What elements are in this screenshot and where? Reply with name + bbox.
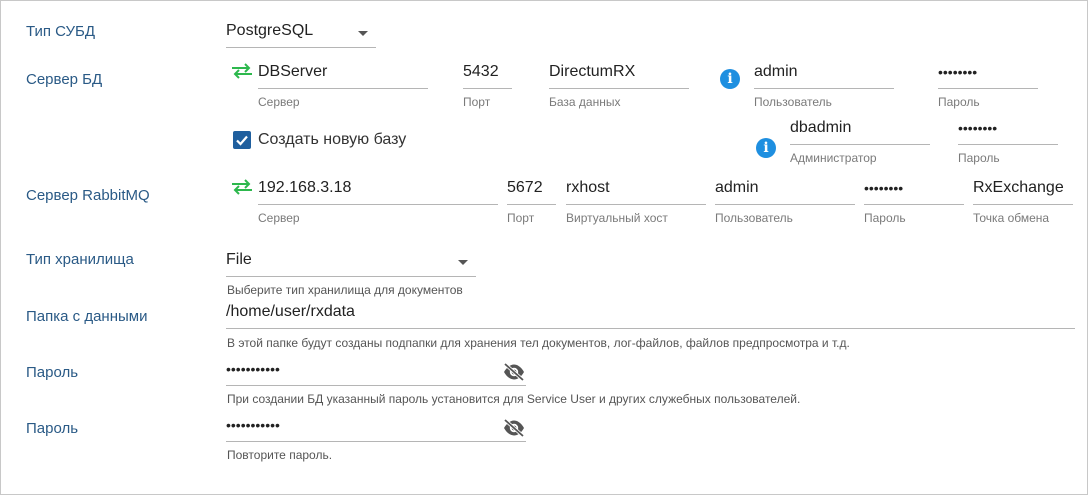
rabbit-user-input[interactable]: admin [715,175,855,205]
db-name-value: DirectumRX [549,63,636,80]
eye-off-icon[interactable] [502,418,526,438]
rabbit-vhost-input[interactable]: rxhost [566,175,706,205]
rabbit-user-value: admin [715,179,759,196]
db-admin-input[interactable]: dbadmin [790,115,930,145]
chevron-down-icon [458,260,468,265]
rabbit-exchange-caption: Точка обмена [973,211,1050,225]
dbms-type-select[interactable]: PostgreSQL [226,18,376,48]
create-db-checkbox[interactable] [233,131,251,149]
password-confirm-hint: Повторите пароль. [227,448,333,462]
storage-type-label: Тип хранилища [26,251,134,268]
rabbit-user-caption: Пользователь [715,211,793,225]
rabbit-password-input[interactable]: •••••••• [864,175,964,205]
db-user-caption: Пользователь [754,95,832,109]
chevron-down-icon [358,31,368,36]
eye-off-icon[interactable] [502,362,526,382]
password-input[interactable]: ••••••••••• [226,356,526,386]
rabbit-exchange-input[interactable]: RxExchange [973,175,1073,205]
swap-arrows-icon[interactable] [231,63,253,79]
db-port-value: 5432 [463,63,499,80]
db-password-caption: Пароль [938,95,980,109]
db-port-caption: Порт [463,95,491,109]
rabbit-server-input[interactable]: 192.168.3.18 [258,175,498,205]
rabbit-password-value: •••••••• [864,180,904,196]
info-icon[interactable]: i [720,69,740,89]
settings-panel: Тип СУБД PostgreSQL Сервер БД DBServer С… [0,0,1088,495]
password-value: ••••••••••• [226,361,280,377]
data-folder-input[interactable]: /home/user/rxdata [226,299,1075,329]
rabbit-vhost-value: rxhost [566,179,610,196]
db-name-input[interactable]: DirectumRX [549,59,689,89]
db-user-input[interactable]: admin [754,59,894,89]
rabbit-exchange-value: RxExchange [973,179,1064,196]
data-folder-hint: В этой папке будут созданы подпапки для … [227,336,850,350]
db-password-input[interactable]: •••••••• [938,59,1038,89]
db-server-label: Сервер БД [26,71,103,88]
db-admin-password-value: •••••••• [958,120,998,136]
db-port-input[interactable]: 5432 [463,59,512,89]
password-label: Пароль [26,364,79,381]
password-confirm-value: ••••••••••• [226,417,280,433]
rabbit-port-caption: Порт [507,211,535,225]
db-admin-password-input[interactable]: •••••••• [958,115,1058,145]
create-db-label[interactable]: Создать новую базу [258,131,406,149]
info-icon[interactable]: i [756,138,776,158]
password-hint: При создании БД указанный пароль установ… [227,392,801,406]
storage-type-select[interactable]: File [226,247,476,277]
rabbit-password-caption: Пароль [864,211,906,225]
dbms-type-label: Тип СУБД [26,23,96,40]
storage-type-hint: Выберите тип хранилища для документов [227,283,463,297]
db-user-value: admin [754,63,798,80]
storage-type-value: File [226,251,252,268]
rabbit-port-input[interactable]: 5672 [507,175,556,205]
rabbit-server-value: 192.168.3.18 [258,179,352,196]
rabbit-server-caption: Сервер [258,211,300,225]
db-server-value: DBServer [258,63,328,80]
password-confirm-input[interactable]: ••••••••••• [226,412,526,442]
swap-arrows-icon[interactable] [231,179,253,195]
data-folder-value: /home/user/rxdata [226,303,355,320]
data-folder-label: Папка с данными [26,308,148,325]
db-admin-caption: Администратор [790,151,877,165]
db-admin-password-caption: Пароль [958,151,1000,165]
db-name-caption: База данных [549,95,621,109]
dbms-type-value: PostgreSQL [226,22,314,39]
db-password-value: •••••••• [938,64,978,80]
rabbit-port-value: 5672 [507,179,543,196]
rabbitmq-label: Сервер RabbitMQ [26,187,150,204]
db-admin-value: dbadmin [790,119,852,136]
password-confirm-label: Пароль [26,420,79,437]
check-icon [236,135,248,146]
db-server-caption: Сервер [258,95,300,109]
rabbit-vhost-caption: Виртуальный хост [566,211,668,225]
db-server-input[interactable]: DBServer [258,59,428,89]
